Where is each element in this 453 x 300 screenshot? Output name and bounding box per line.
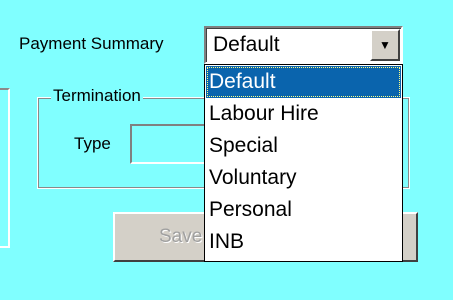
dropdown-option-inb[interactable]: INB xyxy=(206,226,401,258)
dropdown-button[interactable]: ▼ xyxy=(370,29,400,61)
dropdown-option-personal[interactable]: Personal xyxy=(206,194,401,226)
chevron-down-icon: ▼ xyxy=(379,38,391,52)
payment-summary-combobox[interactable]: Default ▼ xyxy=(204,26,403,64)
left-panel-frame xyxy=(0,88,10,248)
type-label: Type xyxy=(74,134,111,153)
dropdown-option-voluntary[interactable]: Voluntary xyxy=(206,162,401,194)
payment-summary-dropdown-list: Default Labour Hire Special Voluntary Pe… xyxy=(204,64,403,262)
payment-summary-value: Default xyxy=(213,33,280,56)
dropdown-option-special[interactable]: Special xyxy=(206,130,401,162)
payment-summary-label: Payment Summary xyxy=(19,34,164,53)
payment-form-panel: Payment Summary Default ▼ Termination Ty… xyxy=(0,0,453,300)
dropdown-option-labour-hire[interactable]: Labour Hire xyxy=(206,98,401,130)
dropdown-option-default[interactable]: Default xyxy=(206,66,401,98)
termination-group-label: Termination xyxy=(51,86,143,106)
save-button-label: Save xyxy=(159,226,203,247)
